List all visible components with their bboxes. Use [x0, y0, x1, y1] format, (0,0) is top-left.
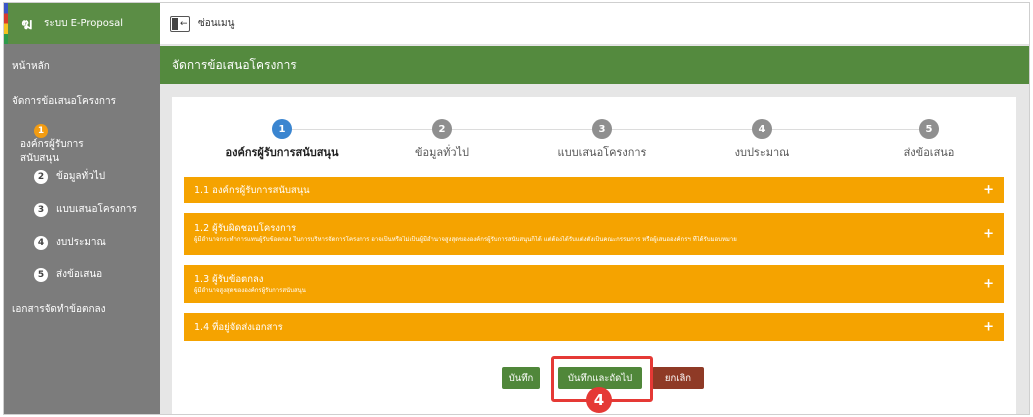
app-window: ฆ ระบบ E-Proposal หน้าหลัก จัดการข้อเสนอ…	[3, 2, 1030, 415]
brand-title: ระบบ E-Proposal	[44, 18, 123, 29]
step-circle: 2	[432, 119, 452, 139]
step-label: งบประมาณ	[734, 146, 790, 159]
step-number-badge: 4	[34, 236, 48, 250]
arrow-left-icon: ←	[180, 18, 188, 29]
panel-title: 1.4 ที่อยู่จัดส่งเอกสาร	[194, 321, 283, 333]
sidebar-item-label: งบประมาณ	[56, 237, 106, 248]
step-label: ข้อมูลทั่วไป	[414, 146, 470, 159]
sidebar-item-home[interactable]: หน้าหลัก	[4, 59, 160, 74]
panel-subtitle: ผู้มีอำนาจสูงสุดขององค์กรผู้รับการสนับสน…	[194, 287, 306, 294]
panel-agreement-receiver[interactable]: 1.3 ผู้รับข้อตกลง ผู้มีอำนาจสูงสุดขององค…	[184, 265, 1004, 303]
expand-plus-icon[interactable]: +	[983, 227, 994, 242]
brand-bar[interactable]: ฆ ระบบ E-Proposal	[4, 3, 160, 44]
step-3[interactable]: 3 แบบเสนอโครงการ	[522, 119, 682, 161]
sidebar: ฆ ระบบ E-Proposal หน้าหลัก จัดการข้อเสนอ…	[4, 3, 160, 414]
step-annotation-badge: 4	[586, 387, 612, 413]
expand-plus-icon[interactable]: +	[983, 183, 994, 198]
sidebar-item-proposal-form[interactable]: 3 แบบเสนอโครงการ	[4, 203, 160, 217]
page-header: จัดการข้อเสนอโครงการ	[160, 46, 1029, 84]
step-number-badge: 3	[34, 203, 48, 217]
main-card: 1 องค์กรผู้รับการสนับสนุน 2 ข้อมูลทั่วไป…	[172, 97, 1016, 414]
sidebar-item-manage-proposal[interactable]: จัดการข้อเสนอโครงการ	[4, 94, 160, 109]
menu-toggle-icon[interactable]: ←	[170, 15, 190, 32]
sidebar-item-label: ส่งข้อเสนอ	[56, 269, 103, 280]
step-circle: 5	[919, 119, 939, 139]
sidebar-item-label: เอกสารจัดทำข้อตกลง	[12, 304, 106, 315]
panel-organization[interactable]: 1.1 องค์กรผู้รับการสนับสนุน +	[184, 177, 1004, 203]
step-1[interactable]: 1 องค์กรผู้รับการสนับสนุน	[202, 119, 362, 161]
panel-title: 1.1 องค์กรผู้รับการสนับสนุน	[194, 184, 310, 196]
panel-mailing-address[interactable]: 1.4 ที่อยู่จัดส่งเอกสาร +	[184, 313, 1004, 341]
page-title: จัดการข้อเสนอโครงการ	[172, 57, 297, 72]
panel-title: 1.3 ผู้รับข้อตกลง	[194, 274, 264, 285]
expand-plus-icon[interactable]: +	[983, 320, 994, 335]
step-circle: 3	[592, 119, 612, 139]
sidebar-item-label: แบบเสนอโครงการ	[56, 204, 137, 215]
sidebar-item-label: องค์กรผู้รับการสนับสนุน	[20, 139, 84, 164]
sidebar-item-submit[interactable]: 5 ส่งข้อเสนอ	[4, 268, 160, 282]
step-label: แบบเสนอโครงการ	[557, 146, 647, 159]
step-label: ส่งข้อเสนอ	[903, 146, 955, 159]
step-number-badge: 2	[34, 170, 48, 184]
brand-color-stripe	[4, 3, 8, 44]
save-button[interactable]: บันทึก	[502, 367, 540, 389]
sidebar-item-budget[interactable]: 4 งบประมาณ	[4, 236, 160, 250]
step-5[interactable]: 5 ส่งข้อเสนอ	[849, 119, 1009, 161]
sidebar-item-label: หน้าหลัก	[12, 61, 50, 72]
sidebar-item-label: จัดการข้อเสนอโครงการ	[12, 96, 116, 107]
step-label: องค์กรผู้รับการสนับสนุน	[225, 146, 339, 159]
brand-logo-icon: ฆ	[21, 14, 33, 33]
sidebar-item-label: ข้อมูลทั่วไป	[56, 171, 106, 182]
progress-stepper: 1 องค์กรผู้รับการสนับสนุน 2 ข้อมูลทั่วไป…	[172, 119, 1016, 163]
step-4[interactable]: 4 งบประมาณ	[682, 119, 842, 161]
step-number-badge: 5	[34, 268, 48, 282]
hide-menu-label[interactable]: ซ่อนเมนู	[198, 16, 234, 31]
cancel-button[interactable]: ยกเลิก	[652, 367, 704, 389]
step-circle: 4	[752, 119, 772, 139]
step-circle: 1	[272, 119, 292, 139]
top-bar: ← ซ่อนเมนู	[160, 3, 1029, 45]
toggle-bar-icon	[172, 17, 178, 30]
sidebar-item-general-info[interactable]: 2 ข้อมูลทั่วไป	[4, 170, 160, 184]
panel-title: 1.2 ผู้รับผิดชอบโครงการ	[194, 223, 297, 234]
sidebar-item-organization[interactable]: 1 องค์กรผู้รับการสนับสนุน	[4, 124, 160, 166]
expand-plus-icon[interactable]: +	[983, 277, 994, 292]
step-2[interactable]: 2 ข้อมูลทั่วไป	[362, 119, 522, 161]
panel-project-lead[interactable]: 1.2 ผู้รับผิดชอบโครงการ ผู้มีอำนาจกระทำก…	[184, 213, 1004, 255]
step-number-badge: 1	[34, 124, 48, 138]
sidebar-item-agreement-docs[interactable]: เอกสารจัดทำข้อตกลง	[4, 302, 160, 317]
panel-subtitle: ผู้มีอำนาจกระทำการแทนผู้รับข้อตกลง ในการ…	[194, 236, 737, 243]
